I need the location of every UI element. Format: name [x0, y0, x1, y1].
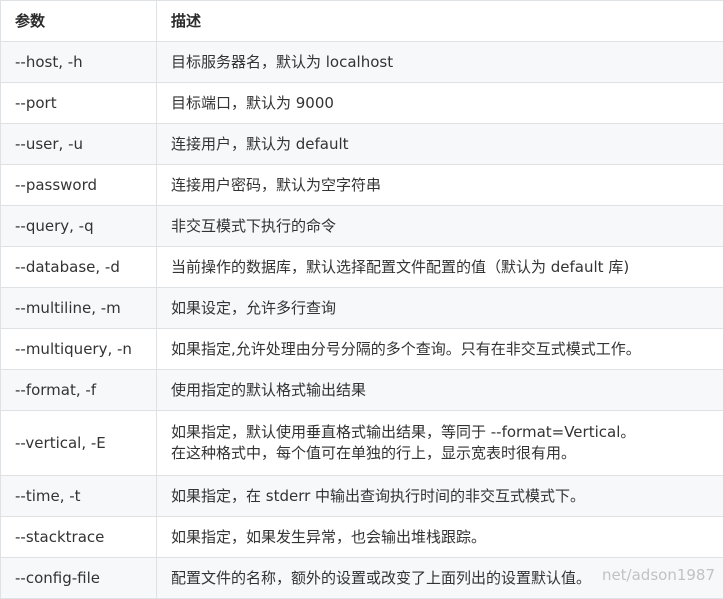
table-row: --multiquery, -n 如果指定,允许处理由分号分隔的多个查询。只有在非…: [1, 329, 723, 370]
desc-cell: 当前操作的数据库，默认选择配置文件配置的值（默认为 default 库): [157, 247, 723, 288]
desc-line: 当前操作的数据库，默认选择配置文件配置的值（默认为 default 库): [171, 257, 709, 278]
desc-line: 在这种格式中，每个值可在单独的行上，显示宽表时很有用。: [171, 443, 709, 464]
param-cell: --multiquery, -n: [1, 329, 157, 370]
param-cell: --multiline, -m: [1, 288, 157, 329]
desc-cell: 配置文件的名称，额外的设置或改变了上面列出的设置默认值。: [157, 558, 723, 599]
table-row: --password 连接用户密码，默认为空字符串: [1, 165, 723, 206]
desc-cell: 目标端口，默认为 9000: [157, 83, 723, 124]
table-row: --port 目标端口，默认为 9000: [1, 83, 723, 124]
param-cell: --query, -q: [1, 206, 157, 247]
param-cell: --config-file: [1, 558, 157, 599]
param-cell: --user, -u: [1, 124, 157, 165]
desc-line: 目标端口，默认为 9000: [171, 93, 709, 114]
desc-line: 如果指定，默认使用垂直格式输出结果，等同于 --format=Vertical。: [171, 422, 709, 443]
param-cell: --host, -h: [1, 42, 157, 83]
header-desc: 描述: [157, 1, 723, 42]
desc-cell: 连接用户密码，默认为空字符串: [157, 165, 723, 206]
param-cell: --port: [1, 83, 157, 124]
desc-line: 连接用户密码，默认为空字符串: [171, 175, 709, 196]
table-row: --stacktrace 如果指定，如果发生异常，也会输出堆栈跟踪。: [1, 517, 723, 558]
desc-line: 使用指定的默认格式输出结果: [171, 380, 709, 401]
table-row: --config-file 配置文件的名称，额外的设置或改变了上面列出的设置默认值…: [1, 558, 723, 599]
param-cell: --vertical, -E: [1, 411, 157, 476]
desc-line: 非交互模式下执行的命令: [171, 216, 709, 237]
desc-line: 如果指定,允许处理由分号分隔的多个查询。只有在非交互式模式工作。: [171, 339, 709, 360]
desc-line: 配置文件的名称，额外的设置或改变了上面列出的设置默认值。: [171, 568, 709, 589]
desc-line: 如果设定，允许多行查询: [171, 298, 709, 319]
header-param: 参数: [1, 1, 157, 42]
param-cell: --password: [1, 165, 157, 206]
desc-line: 目标服务器名，默认为 localhost: [171, 52, 709, 73]
desc-cell: 如果指定，在 stderr 中输出查询执行时间的非交互式模式下。: [157, 476, 723, 517]
desc-line: 连接用户，默认为 default: [171, 134, 709, 155]
desc-cell: 如果指定，如果发生异常，也会输出堆栈跟踪。: [157, 517, 723, 558]
desc-line: 如果指定，在 stderr 中输出查询执行时间的非交互式模式下。: [171, 486, 709, 507]
table-row: --vertical, -E如果指定，默认使用垂直格式输出结果，等同于 --fo…: [1, 411, 723, 476]
table-row: --query, -q 非交互模式下执行的命令: [1, 206, 723, 247]
desc-cell: 连接用户，默认为 default: [157, 124, 723, 165]
params-table: 参数 描述 --host, -h 目标服务器名，默认为 localhost --po…: [0, 0, 723, 599]
param-cell: --database, -d: [1, 247, 157, 288]
table-row: --user, -u 连接用户，默认为 default: [1, 124, 723, 165]
table-row: --multiline, -m 如果设定，允许多行查询: [1, 288, 723, 329]
desc-cell: 目标服务器名，默认为 localhost: [157, 42, 723, 83]
table-row: --time, -t 如果指定，在 stderr 中输出查询执行时间的非交互式模式…: [1, 476, 723, 517]
desc-cell: 如果指定,允许处理由分号分隔的多个查询。只有在非交互式模式工作。: [157, 329, 723, 370]
desc-line: 如果指定，如果发生异常，也会输出堆栈跟踪。: [171, 527, 709, 548]
param-cell: --format, -f: [1, 370, 157, 411]
table-row: --format, -f 使用指定的默认格式输出结果: [1, 370, 723, 411]
table-row: --host, -h 目标服务器名，默认为 localhost: [1, 42, 723, 83]
desc-cell: 如果指定，默认使用垂直格式输出结果，等同于 --format=Vertical。…: [157, 411, 723, 476]
table-header-row: 参数 描述: [1, 1, 723, 42]
param-cell: --time, -t: [1, 476, 157, 517]
table-row: --database, -d 当前操作的数据库，默认选择配置文件配置的值（默认为 …: [1, 247, 723, 288]
param-cell: --stacktrace: [1, 517, 157, 558]
desc-cell: 如果设定，允许多行查询: [157, 288, 723, 329]
desc-cell: 非交互模式下执行的命令: [157, 206, 723, 247]
desc-cell: 使用指定的默认格式输出结果: [157, 370, 723, 411]
